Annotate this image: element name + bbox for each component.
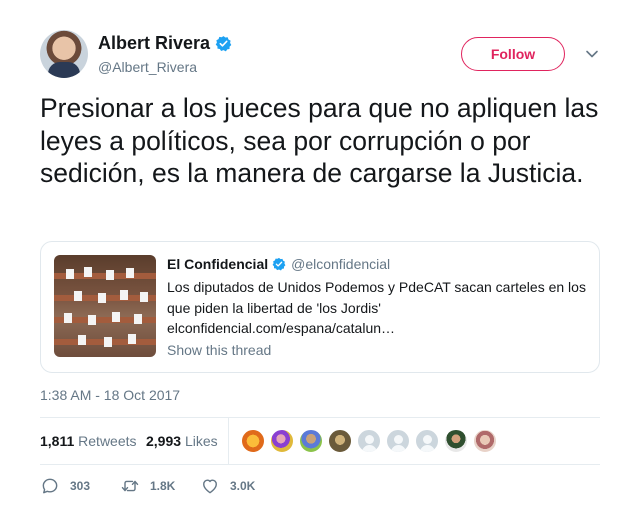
tweet-timestamp[interactable]: 1:38 AM - 18 Oct 2017	[40, 387, 180, 403]
follow-button[interactable]: Follow	[461, 37, 565, 71]
liker-avatar[interactable]	[299, 429, 323, 453]
retweet-count: 1.8K	[150, 479, 176, 493]
tweet-stats: 1,811 Retweets 2,993 Likes	[40, 418, 600, 464]
tweet-text: Presionar a los jueces para que no apliq…	[40, 93, 599, 188]
retweet-icon	[121, 480, 139, 492]
author-avatar[interactable]	[40, 30, 88, 78]
reply-count: 303	[70, 479, 91, 493]
quoted-tweet-header: El Confidencial @elconfidencial	[167, 256, 390, 272]
liker-avatar[interactable]	[241, 429, 265, 453]
likes-label: Likes	[184, 433, 218, 449]
quoted-tweet-card[interactable]: El Confidencial @elconfidencial Los dipu…	[40, 241, 600, 373]
quoted-author-handle[interactable]: @elconfidencial	[291, 256, 390, 272]
verified-badge-icon	[215, 36, 232, 52]
liker-avatar[interactable]	[328, 429, 352, 453]
tweet-actions: 303 1.8K 3.0K	[40, 475, 600, 499]
likes-count: 2,993	[146, 433, 182, 449]
likes-stat[interactable]: 2,993 Likes	[146, 433, 218, 449]
stats-separator	[228, 418, 229, 464]
divider	[40, 464, 600, 465]
tweet-header: Albert Rivera @Albert_Rivera Follow	[40, 30, 600, 80]
quoted-tweet-text: Los diputados de Unidos Podemos y PdeCAT…	[167, 279, 586, 336]
like-count: 3.0K	[230, 479, 256, 493]
liker-avatar[interactable]	[357, 429, 381, 453]
liker-avatar[interactable]	[386, 429, 410, 453]
quoted-author-name[interactable]: El Confidencial	[167, 256, 268, 272]
reply-icon	[42, 478, 58, 494]
show-thread-link[interactable]: Show this thread	[167, 342, 271, 358]
heart-icon	[203, 479, 217, 494]
chevron-down-icon[interactable]	[585, 47, 599, 61]
author-display-name[interactable]: Albert Rivera	[98, 33, 210, 54]
liker-avatar[interactable]	[270, 429, 294, 453]
retweet-action[interactable]: 1.8K	[120, 475, 175, 497]
reply-action[interactable]: 303	[40, 475, 90, 497]
like-action[interactable]: 3.0K	[200, 475, 255, 497]
author-handle[interactable]: @Albert_Rivera	[98, 59, 197, 75]
retweets-stat[interactable]: 1,811 Retweets	[40, 433, 137, 449]
liker-avatar[interactable]	[473, 429, 497, 453]
retweets-count: 1,811	[40, 433, 75, 449]
liker-avatar[interactable]	[415, 429, 439, 453]
retweets-label: Retweets	[78, 433, 137, 449]
quoted-tweet-image	[54, 255, 156, 357]
liker-avatar[interactable]	[444, 429, 468, 453]
verified-badge-icon	[272, 257, 286, 271]
author-name-row: Albert Rivera	[98, 33, 232, 54]
